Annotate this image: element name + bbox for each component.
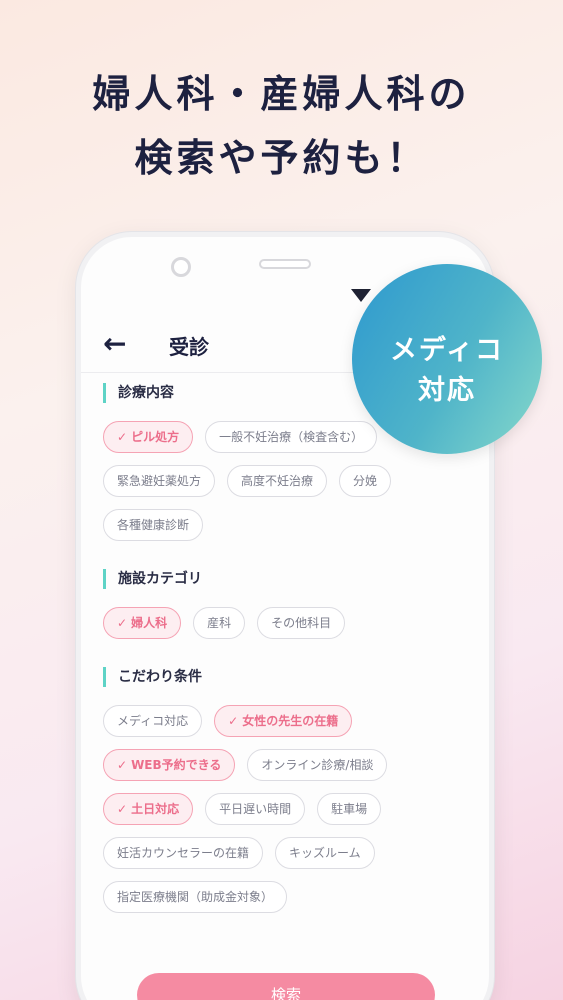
filter-chip[interactable]: 産科 bbox=[193, 607, 246, 639]
check-icon: ✓ bbox=[228, 714, 239, 728]
chip-label: 産科 bbox=[207, 616, 232, 630]
filter-chip[interactable]: ✓ 婦人科 bbox=[103, 607, 182, 639]
check-icon: ✓ bbox=[117, 758, 128, 772]
chip-label: ピル処方 bbox=[131, 430, 180, 444]
filter-chip[interactable]: ✓ 女性の先生の在籍 bbox=[214, 705, 353, 737]
filter-chip[interactable]: 妊活カウンセラーの在籍 bbox=[103, 837, 264, 869]
arrow-left-icon[interactable]: ← bbox=[103, 327, 126, 360]
filter-section: こだわり条件 メディコ対応 ✓ 女性の先生の在籍 ✓ WEB予約できる オンライン診療/相談… bbox=[103, 667, 473, 913]
filter-chip[interactable]: 高度不妊治療 bbox=[227, 465, 328, 497]
filter-content: 診療内容 ✓ ピル処方 一般不妊治療（検査含む） 緊急避妊薬処方 高度不妊治療 分娩 各種健康… bbox=[103, 383, 473, 941]
filter-chip[interactable]: オンライン診療/相談 bbox=[247, 749, 388, 781]
filter-chip[interactable]: ✓ ピル処方 bbox=[103, 421, 194, 453]
filter-chip[interactable]: 各種健康診断 bbox=[103, 509, 204, 541]
filter-chip[interactable]: 分娩 bbox=[339, 465, 392, 497]
chip-label: 高度不妊治療 bbox=[241, 474, 314, 488]
camera-icon bbox=[171, 257, 191, 277]
chip-label: オンライン診療/相談 bbox=[261, 758, 374, 772]
filter-chip[interactable]: ✓ 土日対応 bbox=[103, 793, 194, 825]
chip-label: 女性の先生の在籍 bbox=[242, 714, 339, 728]
filter-section: 施設カテゴリ ✓ 婦人科 産科 その他科目 bbox=[103, 569, 473, 639]
filter-chip[interactable]: 緊急避妊薬処方 bbox=[103, 465, 216, 497]
filter-chip[interactable]: 指定医療機関（助成金対象） bbox=[103, 881, 288, 913]
wifi-icon bbox=[351, 289, 371, 302]
filter-chip[interactable]: その他科目 bbox=[257, 607, 346, 639]
search-button[interactable]: 検索 bbox=[137, 973, 435, 1000]
filter-chip[interactable]: 駐車場 bbox=[317, 793, 382, 825]
chip-group: ✓ 婦人科 産科 その他科目 bbox=[103, 607, 473, 639]
chip-label: 土日対応 bbox=[131, 802, 180, 816]
filter-chip[interactable]: ✓ WEB予約できる bbox=[103, 749, 236, 781]
chip-label: その他科目 bbox=[271, 616, 332, 630]
chip-label: 分娩 bbox=[353, 474, 378, 488]
filter-chip[interactable]: 平日遅い時間 bbox=[205, 793, 306, 825]
section-title: 施設カテゴリ bbox=[103, 569, 473, 589]
chip-label: 各種健康診断 bbox=[117, 518, 190, 532]
headline-line-2: 検索や予約も！ bbox=[134, 136, 429, 180]
filter-chip[interactable]: キッズルーム bbox=[275, 837, 375, 869]
filter-chip[interactable]: メディコ対応 bbox=[103, 705, 203, 737]
check-icon: ✓ bbox=[117, 616, 128, 630]
chip-label: 一般不妊治療（検査含む） bbox=[219, 430, 364, 444]
section-title: こだわり条件 bbox=[103, 667, 473, 687]
chip-label: WEB予約できる bbox=[131, 758, 222, 772]
chip-label: 妊活カウンセラーの在籍 bbox=[117, 846, 250, 860]
chip-label: 駐車場 bbox=[331, 802, 368, 816]
chip-label: 平日遅い時間 bbox=[219, 802, 292, 816]
chip-label: キッズルーム bbox=[289, 846, 361, 860]
chip-label: 婦人科 bbox=[131, 616, 168, 630]
page-title: 受診 bbox=[169, 335, 209, 359]
headline-line-1: 婦人科・産婦人科の bbox=[92, 72, 471, 116]
chip-label: 緊急避妊薬処方 bbox=[117, 474, 202, 488]
chip-label: メディコ対応 bbox=[117, 714, 189, 728]
filter-chip[interactable]: 一般不妊治療（検査含む） bbox=[205, 421, 378, 453]
chip-label: 指定医療機関（助成金対象） bbox=[117, 890, 274, 904]
chip-group: メディコ対応 ✓ 女性の先生の在籍 ✓ WEB予約できる オンライン診療/相談 ✓ 土日対応平… bbox=[103, 705, 473, 913]
check-icon: ✓ bbox=[117, 430, 128, 444]
medico-badge: メディコ 対応 bbox=[352, 264, 542, 454]
badge-line-2: 対応 bbox=[418, 375, 476, 406]
check-icon: ✓ bbox=[117, 802, 128, 816]
badge-line-1: メディコ bbox=[389, 335, 505, 366]
speaker-icon bbox=[259, 259, 311, 269]
promo-headline: 婦人科・産婦人科の 検索や予約も！ bbox=[0, 62, 563, 190]
